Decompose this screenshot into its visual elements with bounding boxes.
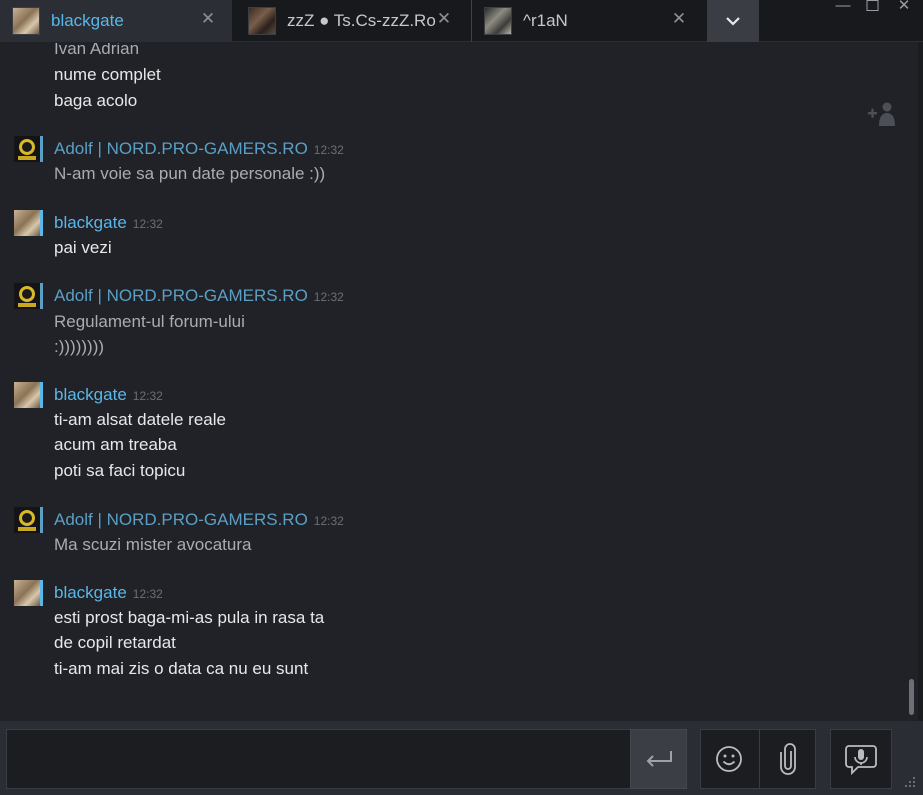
send-button[interactable] [630,729,687,789]
maximize-icon[interactable] [862,0,882,14]
message-line: pai vezi [54,238,112,257]
resize-grip-icon[interactable] [903,775,917,789]
timestamp: 12:32 [313,143,344,157]
message-line: ti-am mai zis o data ca nu eu sunt [54,659,309,678]
tab-overflow-button[interactable] [707,0,759,42]
voice-chat-button[interactable] [833,730,889,788]
message-line: poti sa faci topicu [54,461,186,480]
message-line: ti-am alsat datele reale [54,410,226,429]
smiley-icon [716,746,742,772]
chat-history[interactable]: Ivan Adrian nume complet baga acolo Adol… [0,43,910,717]
sender-name[interactable]: Adolf | NORD.PRO-GAMERS.RO 12:32 [54,139,344,159]
sender-name[interactable]: blackgate 12:32 [54,385,163,405]
chevron-down-icon [726,17,740,26]
add-friend-icon[interactable] [866,99,898,129]
message-line: esti prost baga-mi-as pula in rasa ta [54,608,325,627]
timestamp: 12:32 [132,389,163,403]
timestamp: 12:32 [313,514,344,528]
sender-name[interactable]: Adolf | NORD.PRO-GAMERS.RO 12:32 [54,510,344,530]
close-tab-icon[interactable]: ✕ [670,10,688,28]
avatar[interactable] [14,580,40,606]
message-input[interactable] [6,729,630,789]
tab-zzz[interactable]: zzZ ● Ts.Cs-zzZ.Ro ✕ [236,0,469,42]
close-tab-icon[interactable]: ✕ [199,10,217,28]
message-line: Ma scuzi mister avocatura [54,535,252,554]
enter-icon [646,751,672,767]
timestamp: 12:32 [132,217,163,231]
tab-label: ^r1aN [523,11,568,30]
avatar[interactable] [14,210,40,236]
avatar[interactable] [14,136,40,162]
sender-name[interactable]: blackgate 12:32 [54,213,163,233]
compose-bar [0,721,923,795]
message-line: :)))))))) [54,337,105,356]
tab-label: zzZ ● Ts.Cs-zzZ.Ro [287,11,436,30]
attachment-buttons [700,729,816,789]
microphone-icon [845,745,877,776]
avatar[interactable] [14,382,40,408]
scrollbar-track [918,42,923,795]
emoji-button[interactable] [701,730,757,788]
message-line: N-am voie sa pun date personale :)) [54,164,326,183]
minimize-icon[interactable]: — [833,0,853,14]
avatar[interactable] [14,507,40,533]
message-line: baga acolo [54,91,138,110]
sender-name[interactable]: Adolf | NORD.PRO-GAMERS.RO 12:32 [54,286,344,306]
tab-label: blackgate [51,11,124,30]
user-avatar-icon [484,7,512,35]
message-line: Regulament-ul forum-ului [54,312,245,331]
user-avatar-icon [248,7,276,35]
avatar[interactable] [14,283,40,309]
close-tab-icon[interactable]: ✕ [435,10,453,28]
message-line: acum am treaba [54,435,177,454]
message-line: nume complet [54,65,161,84]
user-avatar-icon [12,7,40,35]
paperclip-icon [780,743,796,775]
attach-button[interactable] [760,730,816,788]
tab-bar: blackgate ✕ zzZ ● Ts.Cs-zzZ.Ro ✕ ^r1aN ✕… [0,0,923,42]
timestamp: 12:32 [313,290,344,304]
close-window-icon[interactable]: ✕ [894,0,914,14]
message-line: de copil retardat [54,633,176,652]
scrollbar-thumb[interactable] [909,679,914,715]
timestamp: 12:32 [132,587,163,601]
voice-group [830,729,892,789]
sender-name[interactable]: blackgate 12:32 [54,583,163,603]
message-line: Ivan Adrian [54,43,140,58]
tab-r1an[interactable]: ^r1aN ✕ [471,0,703,42]
tab-blackgate[interactable]: blackgate ✕ [0,0,232,42]
